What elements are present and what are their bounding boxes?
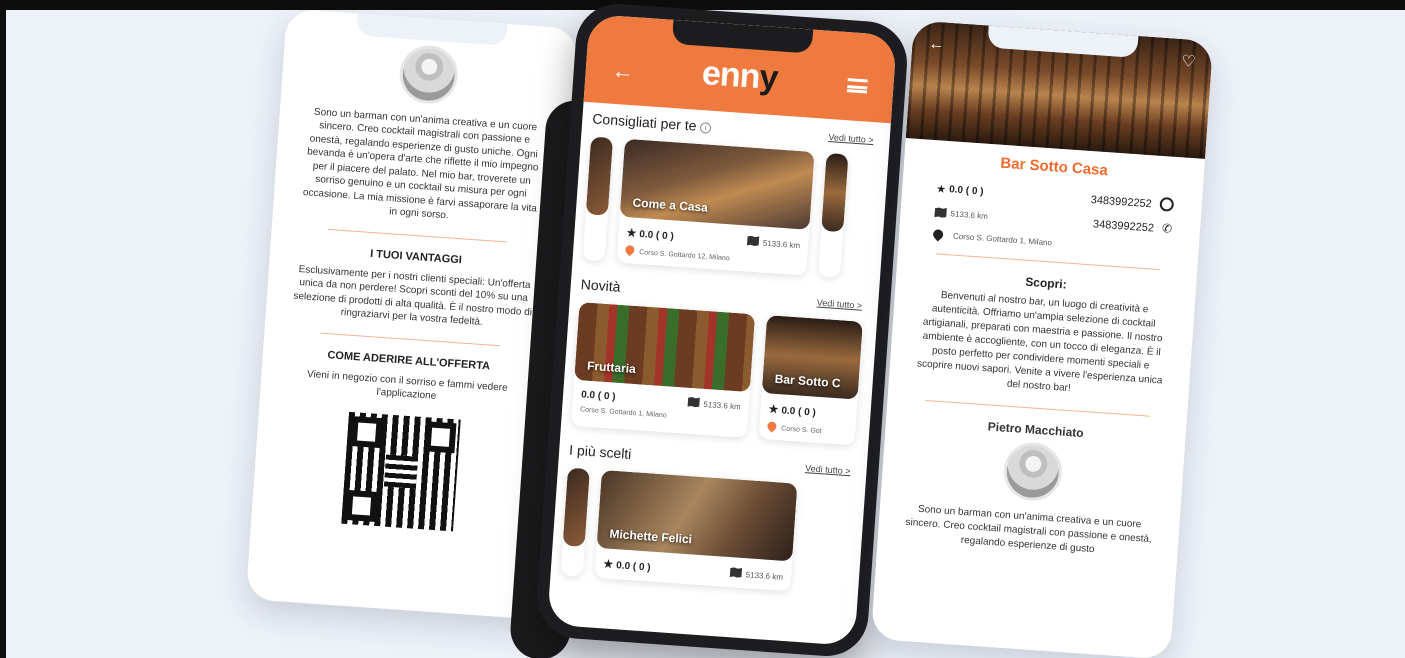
location-pin-icon bbox=[931, 227, 946, 242]
venue-card[interactable]: Come a Casa ★ 0.0 ( 0 ) 5133.6 km Corso S… bbox=[616, 138, 815, 276]
section-new: Novità Vedi tutto > Fruttaria 0.0 ( 0 ) … bbox=[561, 259, 880, 446]
card-image bbox=[585, 136, 614, 216]
whatsapp-icon bbox=[1159, 196, 1175, 212]
map-icon bbox=[747, 236, 760, 247]
card-image bbox=[562, 467, 590, 547]
rating-value: ★ 0.0 ( 0 ) bbox=[626, 226, 674, 242]
phone-icon: ✆ bbox=[1161, 221, 1173, 236]
address-text: Corso S. Got bbox=[781, 425, 822, 436]
location-pin-icon bbox=[765, 419, 779, 433]
see-all-link[interactable]: Vedi tutto > bbox=[828, 132, 874, 145]
middle-phone: ← enny Consigliati per te i Vedi tutto > … bbox=[534, 1, 910, 658]
venue-description: Benvenuti al nostro bar, un luogo di cre… bbox=[916, 289, 1163, 395]
call-contact[interactable]: 3483992252 ✆ bbox=[1093, 216, 1173, 235]
whatsapp-number: 3483992252 bbox=[1090, 194, 1153, 211]
card-meta-row: ★ 0.0 ( 0 ) 5133.6 km bbox=[603, 557, 783, 583]
card-meta-row: ★ 0.0 ( 0 ) bbox=[768, 402, 849, 421]
distance-value: 5133.6 km bbox=[729, 567, 783, 582]
venue-name: Bar Sotto C bbox=[774, 371, 842, 391]
divider bbox=[924, 399, 1150, 417]
divider bbox=[935, 253, 1160, 271]
star-icon: ★ bbox=[602, 558, 614, 571]
card-image: Come a Casa bbox=[619, 138, 815, 230]
venue-name: Michette Felici bbox=[609, 526, 693, 547]
venue-address[interactable]: Corso S. Gottardo 1, Milano bbox=[931, 227, 1053, 247]
card-row: Fruttaria 0.0 ( 0 ) 5133.6 km Corso S. G… bbox=[570, 301, 877, 446]
owner-avatar bbox=[397, 43, 460, 106]
star-icon: ★ bbox=[935, 182, 947, 196]
divider bbox=[327, 228, 508, 243]
distance-text: 5133.6 km bbox=[703, 399, 741, 412]
distance-value: 5133.6 km bbox=[934, 207, 988, 221]
see-all-link[interactable]: Vedi tutto > bbox=[817, 298, 863, 311]
section-most-chosen: I più scelti Vedi tutto > Michette Felic… bbox=[551, 425, 869, 596]
card-meta: ★ 0.0 ( 0 ) Corso S. Got bbox=[758, 393, 857, 446]
rating-text: 0.0 ( 0 ) bbox=[948, 183, 984, 198]
star-icon: ★ bbox=[768, 403, 779, 417]
map-icon bbox=[934, 207, 947, 218]
owner-bio: Sono un barman con un'anima creativa e u… bbox=[905, 503, 1153, 556]
divider bbox=[320, 332, 501, 346]
card-peek-right[interactable] bbox=[817, 152, 849, 279]
logo-accent: y bbox=[758, 58, 779, 98]
venue-card[interactable]: Bar Sotto C ★ 0.0 ( 0 ) Corso S. Got bbox=[758, 315, 863, 446]
middle-phone-display: ← enny Consigliati per te i Vedi tutto > … bbox=[547, 14, 897, 646]
location-pin-icon bbox=[623, 243, 637, 257]
card-image: Michette Felici bbox=[596, 469, 798, 562]
phone-number: 3483992252 bbox=[1092, 218, 1155, 235]
heart-icon[interactable]: ♡ bbox=[1181, 51, 1197, 72]
distance-text: 5133.6 km bbox=[762, 238, 801, 251]
back-arrow-icon[interactable]: ← bbox=[928, 35, 945, 54]
section-recommended: Consigliati per te i Vedi tutto > Come a … bbox=[573, 102, 891, 281]
distance-text: 5133.6 km bbox=[745, 570, 784, 582]
venue-name: Come a Casa bbox=[632, 195, 709, 215]
card-peek-left[interactable] bbox=[560, 467, 590, 577]
advantages-text: Esclusivamente per i nostri clienti spec… bbox=[293, 263, 533, 329]
map-icon bbox=[687, 397, 700, 408]
rating-text: 0.0 ( 0 ) bbox=[615, 560, 651, 574]
see-all-link[interactable]: Vedi tutto > bbox=[805, 463, 851, 476]
qr-code bbox=[341, 411, 461, 531]
owner-avatar bbox=[1001, 440, 1064, 503]
card-image: Fruttaria bbox=[574, 301, 756, 393]
venue-card[interactable]: Michette Felici ★ 0.0 ( 0 ) 5133.6 km bbox=[594, 469, 798, 592]
venue-name: Fruttaria bbox=[586, 358, 637, 377]
section-title: Novità bbox=[580, 276, 622, 295]
rating-value: ★ 0.0 ( 0 ) bbox=[768, 402, 816, 418]
rating-value: ★ 0.0 ( 0 ) bbox=[603, 557, 651, 573]
owner-bio: Sono un barman con un'anima creativa e u… bbox=[302, 106, 539, 222]
distance-text: 5133.6 km bbox=[950, 208, 989, 221]
map-icon bbox=[729, 567, 742, 578]
card-row: Michette Felici ★ 0.0 ( 0 ) 5133.6 km bbox=[560, 467, 865, 597]
hamburger-menu-icon[interactable] bbox=[846, 78, 868, 94]
address-text: Corso S. Gottardo 1, Milano bbox=[952, 231, 1053, 247]
rating-text: 0.0 ( 0 ) bbox=[638, 229, 675, 243]
venue-address: Corso S. Got bbox=[765, 419, 848, 437]
distance-value: 5133.6 km bbox=[747, 236, 801, 251]
card-row: Come a Casa ★ 0.0 ( 0 ) 5133.6 km Corso S… bbox=[582, 136, 889, 280]
left-border bbox=[0, 0, 6, 658]
distance-value: 5133.6 km bbox=[687, 397, 741, 412]
card-image bbox=[821, 152, 849, 233]
app-logo: enny bbox=[585, 46, 895, 106]
star-icon: ★ bbox=[626, 227, 637, 240]
right-phone-screen: ← ♡ Bar Sotto Casa ★ 0.0 ( 0 ) 3483992252… bbox=[870, 20, 1214, 658]
card-image: Bar Sotto C bbox=[761, 315, 863, 400]
rating-text: 0.0 ( 0 ) bbox=[780, 405, 817, 419]
whatsapp-contact[interactable]: 3483992252 bbox=[1090, 192, 1175, 212]
section-title: I più scelti bbox=[568, 441, 632, 462]
section-title: Consigliati per te i bbox=[592, 110, 712, 134]
card-peek-left[interactable] bbox=[582, 136, 614, 262]
rating-value: ★ 0.0 ( 0 ) bbox=[936, 182, 984, 198]
top-border bbox=[0, 0, 1405, 10]
info-icon[interactable]: i bbox=[699, 122, 712, 134]
section-title-text: Consigliati per te bbox=[591, 110, 698, 134]
address-text: Corso S. Gottardo 12, Milano bbox=[638, 249, 730, 263]
rating-value: 0.0 ( 0 ) bbox=[580, 389, 616, 403]
venue-card[interactable]: Fruttaria 0.0 ( 0 ) 5133.6 km Corso S. G… bbox=[570, 301, 756, 438]
logo-main: enn bbox=[700, 54, 761, 96]
